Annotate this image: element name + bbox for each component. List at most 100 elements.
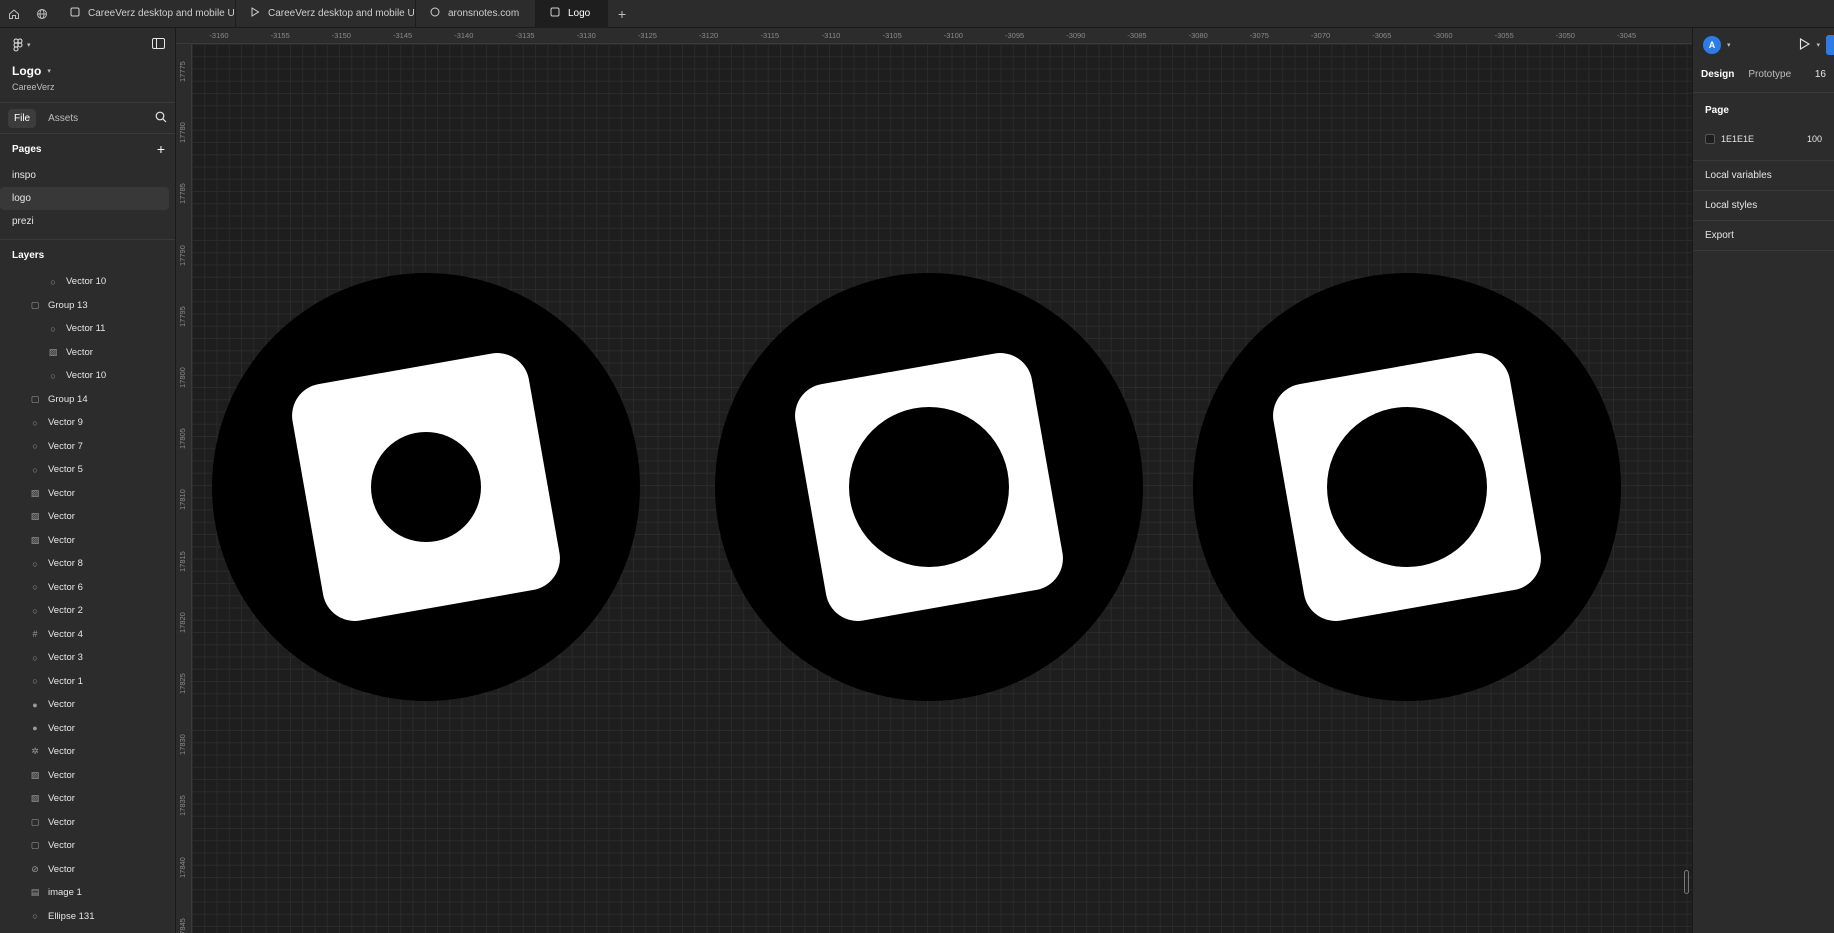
tab-file-2[interactable]: CareeVerz desktop and mobile UI_fin:: [236, 0, 416, 28]
layer-row[interactable]: ○ Vector 10: [0, 270, 175, 294]
right-panel: A ▾ ▾ Design Prototype 16 Page 1E1E1E 10…: [1692, 28, 1834, 933]
gear-shape-icon: ✲: [31, 746, 39, 757]
layer-row[interactable]: ✲ Vector: [0, 740, 175, 764]
layer-label: Vector: [48, 863, 75, 875]
vector-icon: ○: [50, 370, 56, 381]
tab-label: Logo: [568, 8, 591, 19]
figma-file-icon: [550, 7, 560, 20]
share-button[interactable]: [1826, 35, 1834, 55]
layer-row[interactable]: #desktop: [0, 928, 175, 933]
tab-design[interactable]: Design: [1701, 69, 1734, 80]
layer-row[interactable]: ▨ Vector: [0, 787, 175, 811]
color-swatch[interactable]: [1705, 134, 1715, 144]
home-icon[interactable]: [0, 0, 28, 28]
tab-file[interactable]: File: [8, 108, 37, 128]
new-tab-button[interactable]: +: [608, 0, 636, 28]
layer-row[interactable]: ○ Vector 3: [0, 646, 175, 670]
local-styles-row[interactable]: Local styles: [1693, 191, 1834, 221]
chevron-down-icon[interactable]: ▾: [1727, 41, 1731, 49]
ruler-tick-label: -3135: [515, 31, 535, 40]
layer-row[interactable]: ● Vector: [0, 717, 175, 741]
layer-row[interactable]: ○ Vector 1: [0, 670, 175, 694]
page-color-hex[interactable]: 1E1E1E: [1721, 134, 1754, 144]
layers-header: Layers: [0, 240, 175, 270]
ruler-tick-label: 17825: [178, 673, 187, 694]
panel-toggle-icon[interactable]: [152, 38, 165, 52]
tab-assets[interactable]: Assets: [42, 109, 84, 128]
vector-icon: ○: [32, 582, 38, 593]
tab-file-3[interactable]: aronsnotes.com: [416, 0, 536, 28]
tab-file-1[interactable]: CareeVerz desktop and mobile UI_fin:: [56, 0, 236, 28]
local-variables-row[interactable]: Local variables: [1693, 161, 1834, 191]
layer-row[interactable]: ⊘ Vector: [0, 858, 175, 882]
pages-list: inspo logo prezi: [0, 164, 175, 233]
canvas-scrollbar[interactable]: [1684, 870, 1689, 894]
frame-icon: #: [32, 629, 38, 640]
zoom-level[interactable]: 16: [1815, 69, 1826, 80]
shape-icon: ▨: [30, 511, 40, 522]
layer-label: Vector: [48, 746, 75, 758]
page-item-inspo[interactable]: inspo: [0, 164, 169, 187]
layer-row[interactable]: # Vector 4: [0, 623, 175, 647]
tab-logo[interactable]: Logo ✕: [536, 0, 608, 28]
shape-icon: ▨: [30, 769, 40, 780]
page-background-color[interactable]: 1E1E1E 100: [1701, 128, 1826, 150]
logo-variant-large-hole-1[interactable]: [714, 272, 1144, 702]
ruler-tick-label: -3140: [454, 31, 474, 40]
layer-label: Vector: [48, 793, 75, 805]
layer-label: Vector 10: [66, 370, 107, 382]
tab-bar: CareeVerz desktop and mobile UI_fin: Car…: [0, 0, 1834, 28]
tab-label: CareeVerz desktop and mobile UI_fin:: [268, 8, 415, 19]
layer-row[interactable]: ▤ image 1: [0, 881, 175, 905]
layer-row[interactable]: ▨ Vector: [0, 529, 175, 553]
add-page-icon[interactable]: +: [157, 141, 165, 157]
layer-label: Vector 5: [48, 464, 83, 476]
chevron-down-icon[interactable]: ▾: [1816, 41, 1820, 49]
layer-row[interactable]: ○ Ellipse 131: [0, 905, 175, 929]
search-icon[interactable]: [155, 111, 167, 126]
layer-row[interactable]: ○ Vector 11: [0, 317, 175, 341]
layer-row[interactable]: ▢ Group 13: [0, 294, 175, 318]
group-icon: ▢: [30, 299, 40, 310]
ruler-tick-label: 17820: [178, 611, 187, 633]
layer-row[interactable]: ○ Vector 8: [0, 552, 175, 576]
logo-variant-small-hole[interactable]: [211, 272, 641, 702]
prototype-play-icon: [250, 7, 260, 20]
export-row[interactable]: Export: [1693, 221, 1834, 251]
layer-row[interactable]: ▨ Vector: [0, 764, 175, 788]
globe-icon[interactable]: [28, 0, 56, 28]
layer-row[interactable]: ▨ Vector: [0, 482, 175, 506]
page-color-opacity[interactable]: 100: [1807, 134, 1822, 144]
file-assets-switch: File Assets: [0, 103, 175, 133]
layer-row[interactable]: ▢ Group 14: [0, 388, 175, 412]
file-name[interactable]: Logo ▾: [0, 64, 175, 78]
page-item-logo[interactable]: logo: [0, 187, 169, 210]
layer-row[interactable]: ○ Vector 9: [0, 411, 175, 435]
layer-row[interactable]: ○ Vector 6: [0, 576, 175, 600]
ruler-tick-label: -3065: [1372, 31, 1392, 40]
ruler-tick-label: -3110: [821, 31, 841, 40]
layer-row[interactable]: ○ Vector 7: [0, 435, 175, 459]
layer-row[interactable]: ▨ Vector: [0, 341, 175, 365]
layer-row[interactable]: ○ Vector 5: [0, 458, 175, 482]
page-item-prezi[interactable]: prezi: [0, 210, 169, 233]
canvas[interactable]: [192, 44, 1692, 933]
ruler-tick-label: -3045: [1617, 31, 1637, 40]
tab-prototype[interactable]: Prototype: [1748, 69, 1791, 80]
ruler-tick-label: 17775: [178, 61, 187, 82]
logo-variant-large-hole-2[interactable]: [1192, 272, 1622, 702]
layer-row[interactable]: ▢ Vector: [0, 834, 175, 858]
filled-circle-icon: ●: [32, 723, 38, 734]
ruler-tick-label: -3055: [1494, 31, 1514, 40]
avatar[interactable]: A: [1703, 36, 1721, 54]
layer-row[interactable]: ● Vector: [0, 693, 175, 717]
layer-row[interactable]: ▢ Vector: [0, 811, 175, 835]
present-play-icon[interactable]: [1799, 37, 1811, 53]
layers-list: ○ Vector 10 ▢ Group 13 ○ Vector 11 ▨ Vector ○ Vec…: [0, 270, 175, 933]
vector-icon: ○: [32, 441, 38, 452]
layer-row[interactable]: ○ Vector 2: [0, 599, 175, 623]
layer-row[interactable]: ○ Vector 10: [0, 364, 175, 388]
main-menu-icon[interactable]: ▾: [12, 38, 31, 52]
figma-file-icon: [70, 7, 80, 20]
layer-row[interactable]: ▨ Vector: [0, 505, 175, 529]
